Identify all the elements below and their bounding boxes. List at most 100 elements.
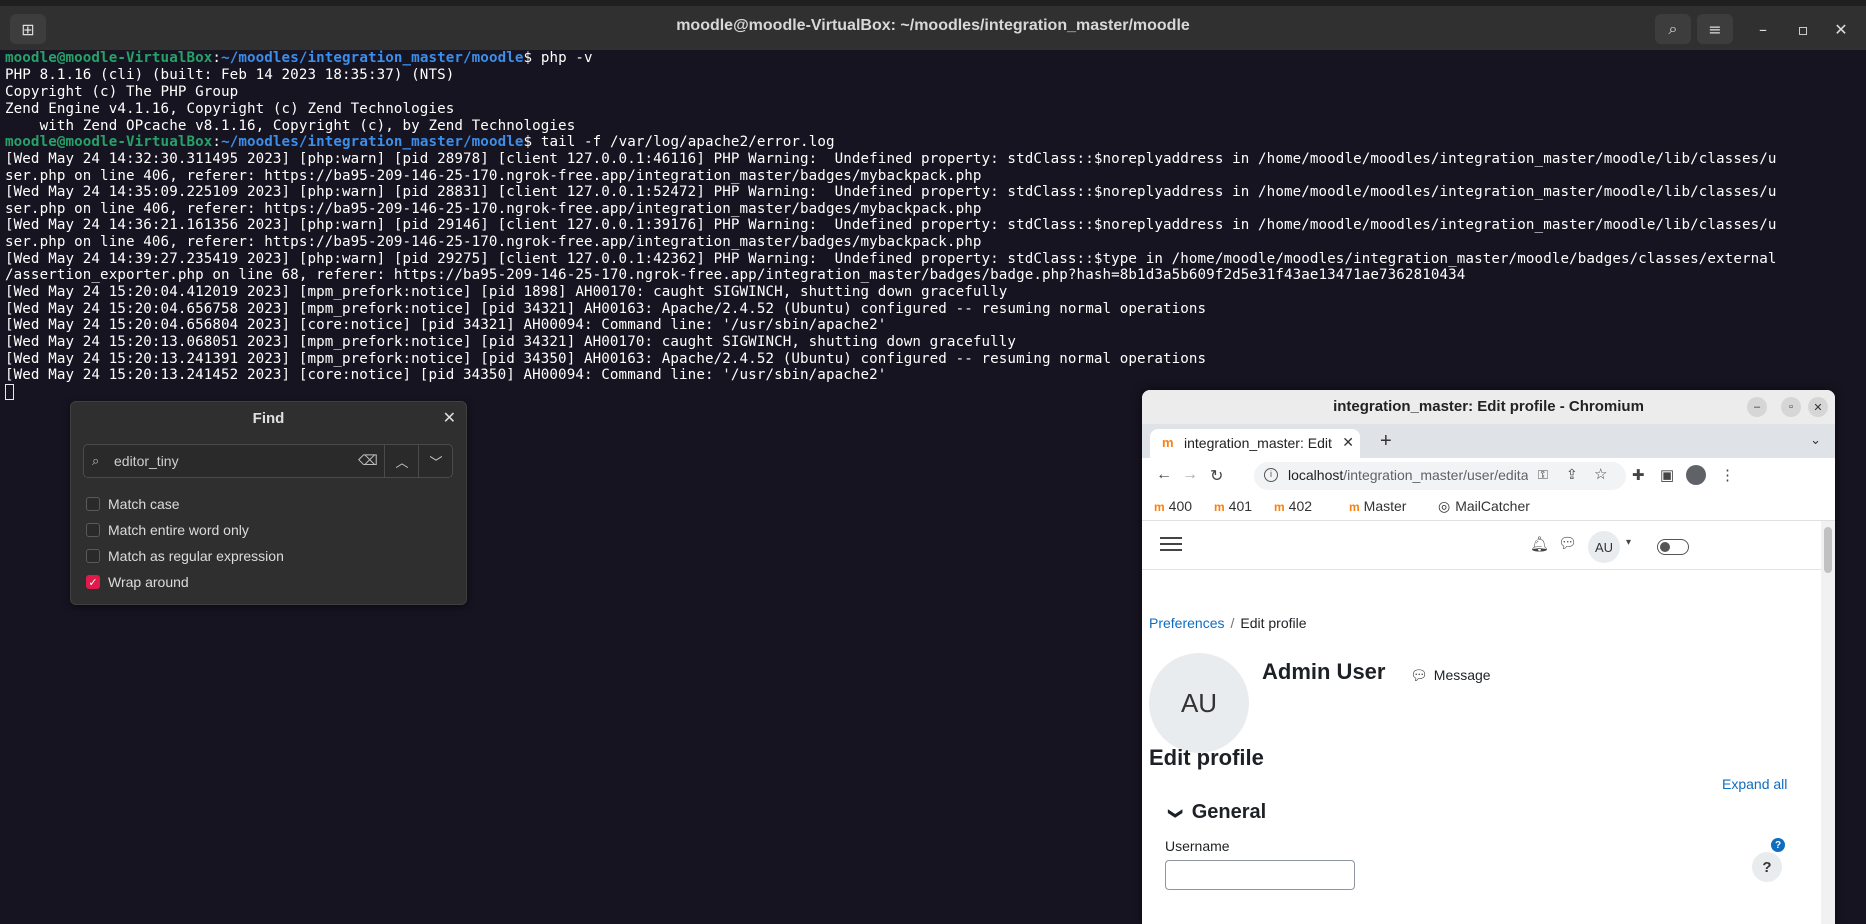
- share-icon[interactable]: ⇪: [1566, 466, 1578, 483]
- match-regex-option[interactable]: Match as regular expression: [86, 546, 284, 566]
- prompt-user: moodle@moodle-VirtualBox: [5, 134, 213, 150]
- find-dialog-title: Find: [252, 410, 285, 427]
- search-icon[interactable]: ⌕: [1655, 14, 1691, 44]
- minimize-icon[interactable]: –: [1745, 14, 1781, 44]
- find-search-input[interactable]: ⌕ editor_tiny ⌫ ︿ ﹀: [83, 444, 453, 478]
- minimize-icon[interactable]: –: [1747, 397, 1767, 417]
- terminal-title: moodle@moodle-VirtualBox: ~/moodles/inte…: [676, 17, 1190, 34]
- back-icon[interactable]: ←: [1156, 466, 1172, 484]
- new-tab-icon[interactable]: +: [1380, 430, 1392, 453]
- edit-mode-toggle[interactable]: [1657, 539, 1689, 555]
- terminal-line: [Wed May 24 14:35:09.225109 2023] [php:w…: [5, 184, 1777, 200]
- hamburger-menu-icon[interactable]: [1160, 535, 1182, 553]
- address-bar[interactable]: i localhost/integration_master/user/edit…: [1254, 462, 1626, 490]
- match-case-label: Match case: [108, 496, 180, 512]
- moodle-favicon-icon: m: [1154, 500, 1165, 514]
- bookmarks-bar: m 400 m 401 m 402 m Master ◎ MailCatcher: [1142, 494, 1835, 521]
- close-icon[interactable]: ✕: [1823, 14, 1859, 44]
- chat-icon[interactable]: 💬︎: [1558, 534, 1577, 552]
- find-search-value[interactable]: editor_tiny: [114, 453, 179, 469]
- avatar: AU: [1149, 653, 1249, 753]
- side-panel-icon[interactable]: ▣: [1660, 466, 1674, 484]
- maximize-icon[interactable]: ▫: [1781, 397, 1801, 417]
- page-scrollbar[interactable]: [1821, 521, 1835, 924]
- terminal-line: [Wed May 24 14:32:30.311495 2023] [php:w…: [5, 151, 1777, 167]
- kebab-menu-icon[interactable]: ⋮: [1720, 466, 1735, 484]
- terminal-titlebar: ⊞ moodle@moodle-VirtualBox: ~/moodles/in…: [0, 0, 1866, 50]
- forward-icon[interactable]: →: [1182, 466, 1198, 484]
- terminal-line: [Wed May 24 14:36:21.161356 2023] [php:w…: [5, 217, 1777, 233]
- hamburger-menu-icon[interactable]: ≡: [1697, 14, 1733, 44]
- bookmark-402[interactable]: m 402: [1274, 498, 1312, 514]
- help-icon[interactable]: ?: [1771, 838, 1785, 852]
- close-icon[interactable]: ✕: [443, 408, 456, 428]
- terminal-line: [Wed May 24 15:20:04.412019 2023] [mpm_p…: [5, 284, 1008, 300]
- toggle-knob: [1660, 542, 1670, 552]
- bookmark-400[interactable]: m 400: [1154, 498, 1192, 514]
- page-title: Edit profile: [1149, 745, 1264, 770]
- breadcrumb-current: Edit profile: [1240, 615, 1307, 631]
- terminal-line: [Wed May 24 15:20:13.068051 2023] [mpm_p…: [5, 334, 1017, 350]
- chevron-down-icon[interactable]: ▾: [1626, 537, 1631, 548]
- maximize-icon[interactable]: ▫: [1785, 14, 1821, 44]
- username-label: Username: [1165, 838, 1230, 854]
- close-icon[interactable]: ✕: [1808, 397, 1828, 417]
- chevron-down-icon: ❯: [1168, 807, 1185, 820]
- profile-avatar-icon[interactable]: [1686, 465, 1706, 485]
- bookmark-mailcatcher[interactable]: ◎ MailCatcher: [1438, 498, 1530, 515]
- command-text: $ tail -f /var/log/apache2/error.log: [523, 134, 835, 150]
- prompt-colon: :: [212, 134, 222, 150]
- bookmark-401[interactable]: m 401: [1214, 498, 1252, 514]
- user-fullname: Admin User: [1262, 659, 1386, 684]
- wrap-around-option[interactable]: ✓ Wrap around: [86, 572, 189, 592]
- url-text[interactable]: localhost/integration_master/user/editad…: [1288, 467, 1528, 483]
- terminal-line: ser.php on line 406, referer: https://ba…: [5, 234, 982, 250]
- bookmark-master[interactable]: m Master: [1349, 498, 1406, 514]
- star-icon[interactable]: ☆: [1594, 465, 1607, 483]
- tab-close-icon[interactable]: ✕: [1342, 434, 1354, 451]
- bookmark-label: 402: [1288, 498, 1313, 514]
- moodle-favicon-icon: m: [1349, 500, 1360, 514]
- moodle-favicon-icon: m: [1162, 435, 1174, 450]
- moodle-favicon-icon: m: [1274, 500, 1285, 514]
- breadcrumb-preferences-link[interactable]: Preferences: [1149, 615, 1224, 631]
- message-label: Message: [1433, 667, 1491, 683]
- browser-tab[interactable]: m integration_master: Edit profile ✕: [1150, 429, 1360, 458]
- help-button[interactable]: ?: [1752, 852, 1782, 882]
- prompt-user: moodle@moodle-VirtualBox: [5, 50, 213, 66]
- url-host: localhost: [1288, 467, 1344, 483]
- key-icon[interactable]: ⚿: [1538, 467, 1548, 483]
- find-next-button[interactable]: ﹀: [418, 445, 453, 477]
- match-word-option[interactable]: Match entire word only: [86, 520, 249, 540]
- moodle-navbar: 🔔︎ 💬︎ AU ▾: [1142, 521, 1821, 570]
- clear-icon[interactable]: ⌫: [358, 452, 378, 469]
- terminal-line: Zend Engine v4.1.16, Copyright (c) Zend …: [5, 101, 455, 117]
- info-icon[interactable]: i: [1264, 468, 1278, 482]
- terminal-line: [Wed May 24 15:20:04.656804 2023] [core:…: [5, 317, 887, 333]
- match-regex-checkbox[interactable]: [86, 549, 100, 563]
- match-case-checkbox[interactable]: [86, 497, 100, 511]
- match-word-checkbox[interactable]: [86, 523, 100, 537]
- section-general-toggle[interactable]: ❯ General: [1168, 801, 1267, 824]
- chromium-window: integration_master: Edit profile - Chrom…: [1142, 390, 1835, 924]
- moodle-page: 🔔︎ 💬︎ AU ▾ Preferences / Edit profile AU A…: [1142, 521, 1821, 924]
- expand-all-link[interactable]: Expand all: [1722, 776, 1787, 792]
- extensions-icon[interactable]: ✚: [1632, 466, 1645, 484]
- tab-title: integration_master: Edit profile: [1184, 435, 1334, 451]
- bookmark-label: 400: [1168, 498, 1193, 514]
- username-field[interactable]: [1165, 860, 1355, 890]
- reload-icon[interactable]: ↻: [1210, 466, 1223, 486]
- terminal-line: [Wed May 24 14:39:27.235419 2023] [php:w…: [5, 251, 1777, 267]
- user-menu-avatar[interactable]: AU: [1588, 531, 1620, 563]
- wrap-around-checkbox[interactable]: ✓: [86, 575, 100, 589]
- message-button[interactable]: 💬︎ Message: [1410, 667, 1491, 684]
- bell-icon[interactable]: 🔔︎: [1530, 535, 1549, 553]
- terminal-line: ser.php on line 406, referer: https://ba…: [5, 201, 982, 217]
- section-general-label: General: [1191, 801, 1267, 823]
- breadcrumb-separator: /: [1230, 615, 1235, 631]
- find-previous-button[interactable]: ︿: [384, 445, 419, 477]
- scrollbar-thumb[interactable]: [1824, 527, 1832, 573]
- chevron-down-icon[interactable]: ⌄: [1810, 432, 1821, 448]
- match-case-option[interactable]: Match case: [86, 494, 180, 514]
- match-regex-label: Match as regular expression: [108, 548, 284, 564]
